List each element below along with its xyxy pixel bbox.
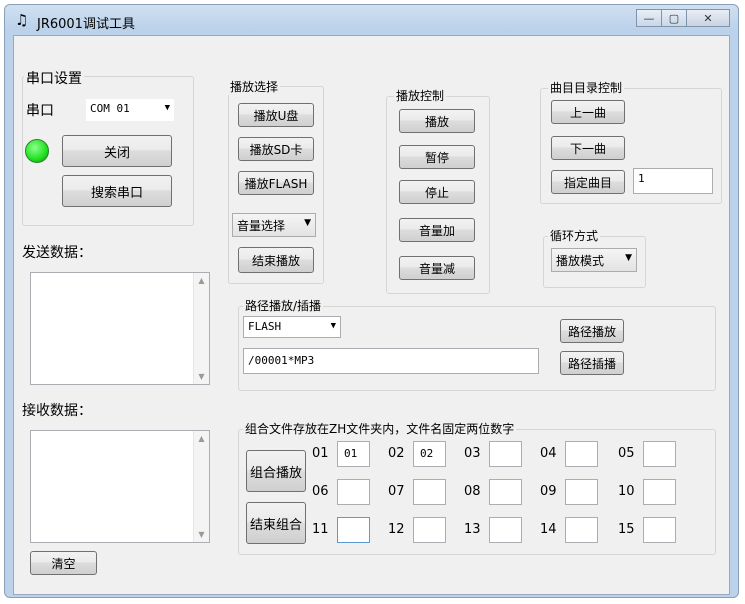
client-area: 串口设置 串口 COM 01 ▼ 关闭 搜索串口 发送数据： ▲ ▼ 接收数据：…: [13, 35, 730, 595]
combo-slot-label: 05: [618, 446, 635, 461]
volume-down-button[interactable]: 音量减: [399, 256, 475, 280]
combo-slot-input[interactable]: [337, 479, 370, 505]
close-window-button[interactable]: ✕: [686, 9, 730, 27]
receive-data-textarea[interactable]: ▲ ▼: [30, 430, 210, 543]
minimize-button[interactable]: —: [636, 9, 662, 27]
combo-slot-label: 02: [388, 446, 405, 461]
combo-slot-label: 03: [464, 446, 481, 461]
combo-slot-label: 10: [618, 484, 635, 499]
port-select[interactable]: COM 01 ▼: [86, 99, 174, 121]
receive-scrollbar[interactable]: ▲ ▼: [193, 431, 209, 542]
combo-slot-input[interactable]: [489, 517, 522, 543]
loop-mode-select[interactable]: 播放模式 ▼: [551, 248, 637, 272]
specify-track-button[interactable]: 指定曲目: [551, 170, 625, 194]
loop-mode-label: 循环方式: [548, 227, 601, 244]
combo-slot-input[interactable]: 02: [413, 441, 446, 467]
combo-slot-input[interactable]: [565, 517, 598, 543]
chevron-down-icon: ▼: [625, 253, 632, 263]
connection-status-led: [25, 139, 49, 163]
window-controls: — ▢ ✕: [636, 9, 730, 29]
scroll-down-icon[interactable]: ▼: [194, 369, 209, 384]
app-window: ♫ JR6001调试工具 — ▢ ✕ 串口设置 串口 COM 01 ▼ 关闭 搜…: [4, 4, 739, 598]
combo-slot-label: 12: [388, 522, 405, 537]
music-note-icon: ♫: [15, 11, 29, 29]
loop-mode-value: 播放模式: [556, 254, 605, 268]
clear-button[interactable]: 清空: [30, 551, 97, 575]
maximize-icon: ▢: [668, 11, 680, 25]
chevron-down-icon: ▼: [304, 218, 311, 228]
scroll-down-icon[interactable]: ▼: [194, 527, 209, 542]
combo-play-label: 组合文件存放在ZH文件夹内，文件名固定两位数字: [243, 420, 517, 437]
pause-button[interactable]: 暂停: [399, 145, 475, 169]
combo-slot-input[interactable]: [565, 479, 598, 505]
send-scrollbar[interactable]: ▲ ▼: [193, 273, 209, 384]
track-control-label: 曲目目录控制: [548, 79, 625, 96]
combo-slot-label: 11: [312, 522, 329, 537]
combo-slot-label: 14: [540, 522, 557, 537]
title-bar[interactable]: ♫ JR6001调试工具 — ▢ ✕: [5, 5, 738, 35]
scroll-up-icon[interactable]: ▲: [194, 273, 209, 288]
prev-track-button[interactable]: 上一曲: [551, 100, 625, 124]
stop-button[interactable]: 停止: [399, 180, 475, 204]
send-data-label: 发送数据：: [22, 245, 92, 261]
combo-slot-input[interactable]: [643, 479, 676, 505]
combo-slot-input[interactable]: [413, 517, 446, 543]
serial-settings-label: 串口设置: [24, 68, 84, 88]
combo-slot-input[interactable]: [413, 479, 446, 505]
path-play-label: 路径播放/插播: [243, 297, 324, 314]
combo-slot-label: 08: [464, 484, 481, 499]
port-label: 串口: [26, 103, 54, 119]
window-title: JR6001调试工具: [37, 17, 135, 32]
chevron-down-icon: ▼: [164, 103, 170, 113]
minimize-icon: —: [643, 11, 655, 25]
end-combo-button[interactable]: 结束组合: [246, 502, 306, 544]
combo-slot-label: 01: [312, 446, 329, 461]
combo-slot-label: 07: [388, 484, 405, 499]
combo-slot-input[interactable]: [643, 441, 676, 467]
receive-data-label: 接收数据：: [22, 403, 92, 419]
combo-slot-label: 13: [464, 522, 481, 537]
end-play-button[interactable]: 结束播放: [238, 247, 314, 273]
combo-slot-label: 09: [540, 484, 557, 499]
next-track-button[interactable]: 下一曲: [551, 136, 625, 160]
volume-select-value: 音量选择: [237, 219, 286, 233]
maximize-button[interactable]: ▢: [661, 9, 687, 27]
play-udisk-button[interactable]: 播放U盘: [238, 103, 314, 127]
play-button[interactable]: 播放: [399, 109, 475, 133]
specify-track-input[interactable]: 1: [633, 168, 713, 194]
path-input[interactable]: /00001*MP3: [243, 348, 539, 374]
combo-slot-input[interactable]: [489, 441, 522, 467]
port-value: COM 01: [90, 102, 130, 115]
combo-slot-label: 04: [540, 446, 557, 461]
close-port-button[interactable]: 关闭: [62, 135, 172, 167]
play-control-label: 播放控制: [394, 87, 447, 104]
path-insert-button[interactable]: 路径插播: [560, 351, 624, 375]
send-data-textarea[interactable]: ▲ ▼: [30, 272, 210, 385]
combo-slot-input[interactable]: [643, 517, 676, 543]
combo-slot-label: 15: [618, 522, 635, 537]
path-device-value: FLASH: [248, 320, 282, 333]
search-port-button[interactable]: 搜索串口: [62, 175, 172, 207]
play-select-label: 播放选择: [228, 78, 281, 95]
play-sd-button[interactable]: 播放SD卡: [238, 137, 314, 161]
path-device-select[interactable]: FLASH ▼: [243, 316, 341, 338]
volume-select[interactable]: 音量选择 ▼: [232, 213, 316, 237]
volume-up-button[interactable]: 音量加: [399, 218, 475, 242]
close-icon: ✕: [703, 11, 713, 25]
path-play-button[interactable]: 路径播放: [560, 319, 624, 343]
combo-slot-input[interactable]: [337, 517, 370, 543]
combo-slot-input[interactable]: [489, 479, 522, 505]
scroll-up-icon[interactable]: ▲: [194, 431, 209, 446]
play-flash-button[interactable]: 播放FLASH: [238, 171, 314, 195]
combo-slot-label: 06: [312, 484, 329, 499]
combo-slot-input[interactable]: [565, 441, 598, 467]
combo-slot-input[interactable]: 01: [337, 441, 370, 467]
combo-play-button[interactable]: 组合播放: [246, 450, 306, 492]
chevron-down-icon: ▼: [330, 321, 336, 331]
